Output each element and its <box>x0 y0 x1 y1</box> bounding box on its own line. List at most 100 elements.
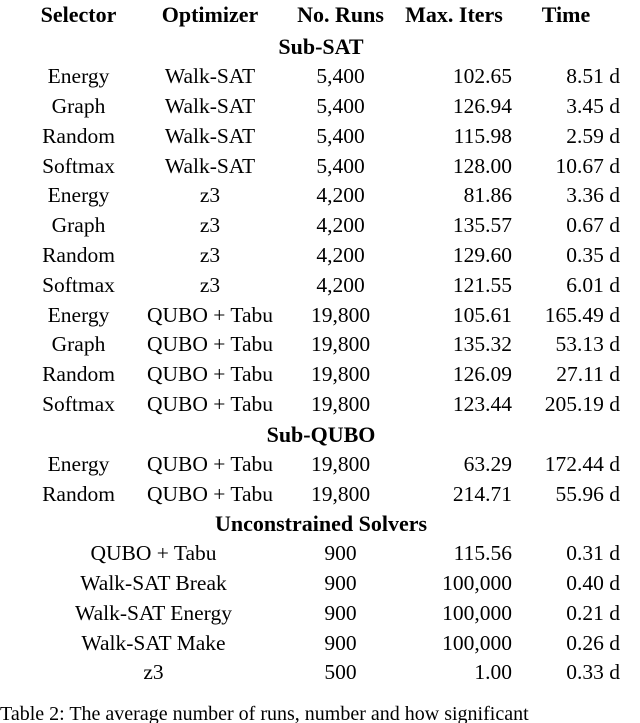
cell-selector: Random <box>42 242 115 267</box>
cell-no-runs: 5,400 <box>316 93 365 118</box>
cell-no-runs: 4,200 <box>316 242 365 267</box>
cell-selector: Graph <box>51 213 106 238</box>
cell-time: 0.67 d <box>566 213 620 238</box>
cell-optimizer: z3 <box>199 183 221 208</box>
cell-no-runs: 4,200 <box>316 183 365 208</box>
cell-max-iters: 126.09 <box>452 362 512 387</box>
cell-optimizer: Walk-SAT <box>164 64 256 89</box>
table-row: Random Walk-SAT 5,400 115.98 2.59 d <box>22 122 620 152</box>
cell-no-runs: 900 <box>324 600 357 625</box>
section-header-row: Sub-QUBO <box>22 420 620 450</box>
cell-time: 3.45 d <box>566 93 620 118</box>
cell-optimizer: QUBO + Tabu <box>146 332 274 357</box>
cell-max-iters: 100,000 <box>442 571 512 596</box>
cell-max-iters: 100,000 <box>442 600 512 625</box>
table-row: Energy QUBO + Tabu 19,800 105.61 165.49 … <box>22 300 620 330</box>
column-header-time: Time <box>541 2 591 27</box>
cell-optimizer: QUBO + Tabu <box>146 302 274 327</box>
cell-max-iters: 121.55 <box>452 272 512 297</box>
cell-time: 53.13 d <box>555 332 621 357</box>
cell-max-iters: 115.98 <box>453 123 512 148</box>
cell-no-runs: 900 <box>324 571 357 596</box>
cell-max-iters: 102.65 <box>452 64 512 89</box>
cell-no-runs: 19,800 <box>310 332 371 357</box>
cell-max-iters: 63.29 <box>463 451 512 476</box>
cell-max-iters: 100,000 <box>442 630 512 655</box>
cell-solver: z3 <box>143 660 164 685</box>
cell-optimizer: QUBO + Tabu <box>146 481 274 506</box>
table-row: Energy Walk-SAT 5,400 102.65 8.51 d <box>22 62 620 92</box>
cell-solver: QUBO + Tabu <box>90 541 217 566</box>
table-row: Random QUBO + Tabu 19,800 126.09 27.11 d <box>22 360 620 390</box>
cell-max-iters: 128.00 <box>452 153 512 178</box>
cell-time: 205.19 d <box>544 391 620 416</box>
cell-optimizer: Walk-SAT <box>164 123 256 148</box>
cell-optimizer: QUBO + Tabu <box>146 362 274 387</box>
cell-max-iters: 126.94 <box>452 93 512 118</box>
cell-optimizer: Walk-SAT <box>164 93 256 118</box>
cell-time: 0.33 d <box>566 660 620 685</box>
cell-selector: Graph <box>51 93 106 118</box>
cell-time: 6.01 d <box>566 272 620 297</box>
cell-time: 172.44 d <box>544 451 620 476</box>
cell-no-runs: 900 <box>324 630 357 655</box>
cell-max-iters: 123.44 <box>452 391 512 416</box>
cell-time: 0.21 d <box>566 600 620 625</box>
cell-time: 10.67 d <box>555 153 621 178</box>
column-header-selector: Selector <box>40 2 117 27</box>
table-container: Selector Optimizer No. Runs Max. Iters T… <box>22 0 620 688</box>
table-row: Graph z3 4,200 135.57 0.67 d <box>22 211 620 241</box>
cell-selector: Softmax <box>42 391 115 416</box>
cell-max-iters: 135.57 <box>452 213 512 238</box>
section-header-row: Unconstrained Solvers <box>22 509 620 539</box>
cell-selector: Random <box>42 123 115 148</box>
cell-max-iters: 129.60 <box>452 242 512 267</box>
cell-no-runs: 19,800 <box>310 362 371 387</box>
cell-no-runs: 19,800 <box>310 481 371 506</box>
cell-solver: Walk-SAT Energy <box>75 600 232 625</box>
table-row: Softmax QUBO + Tabu 19,800 123.44 205.19… <box>22 390 620 420</box>
section-title-unconstrained-solvers: Unconstrained Solvers <box>214 511 428 537</box>
table-header-row: Selector Optimizer No. Runs Max. Iters T… <box>22 0 620 32</box>
cell-selector: Softmax <box>42 272 115 297</box>
cell-optimizer: QUBO + Tabu <box>146 451 274 476</box>
table-caption: Table 2: The average number of runs, num… <box>0 703 529 723</box>
table-row: Random QUBO + Tabu 19,800 214.71 55.96 d <box>22 479 620 509</box>
cell-time: 3.36 d <box>566 183 620 208</box>
table-row: Walk-SAT Break 900 100,000 0.40 d <box>22 569 620 599</box>
cell-no-runs: 19,800 <box>310 451 371 476</box>
cell-max-iters: 105.61 <box>452 302 512 327</box>
column-header-max-iters: Max. Iters <box>405 2 503 27</box>
cell-selector: Energy <box>47 451 110 476</box>
table-row: Graph QUBO + Tabu 19,800 135.32 53.13 d <box>22 330 620 360</box>
cell-solver: Walk-SAT Break <box>80 571 227 596</box>
cell-no-runs: 500 <box>324 660 357 685</box>
cell-time: 0.35 d <box>566 242 620 267</box>
table-row: z3 500 1.00 0.33 d <box>22 658 620 688</box>
table-row: Energy z3 4,200 81.86 3.36 d <box>22 181 620 211</box>
cell-optimizer: z3 <box>199 213 221 238</box>
cell-selector: Energy <box>47 64 110 89</box>
cell-time: 55.96 d <box>555 481 621 506</box>
cell-time: 27.11 d <box>556 362 620 387</box>
section-title-sub-sat: Sub-SAT <box>278 34 364 59</box>
cell-no-runs: 5,400 <box>316 153 365 178</box>
table-row: Walk-SAT Energy 900 100,000 0.21 d <box>22 599 620 629</box>
results-table: Selector Optimizer No. Runs Max. Iters T… <box>22 0 620 688</box>
cell-solver: Walk-SAT Make <box>81 630 226 655</box>
table-row: Energy QUBO + Tabu 19,800 63.29 172.44 d <box>22 450 620 480</box>
cell-selector: Energy <box>47 183 110 208</box>
table-body: Sub-SAT Energy Walk-SAT 5,400 102.65 8.5… <box>22 32 620 688</box>
table-row: QUBO + Tabu 900 115.56 0.31 d <box>22 539 620 569</box>
table-row: Graph Walk-SAT 5,400 126.94 3.45 d <box>22 92 620 122</box>
section-header-row: Sub-SAT <box>22 32 620 62</box>
cell-time: 0.31 d <box>566 541 620 566</box>
cell-max-iters: 135.32 <box>452 332 512 357</box>
cell-time: 0.40 d <box>566 571 620 596</box>
cell-no-runs: 19,800 <box>310 302 371 327</box>
cell-optimizer: Walk-SAT <box>164 153 256 178</box>
cell-no-runs: 5,400 <box>316 123 365 148</box>
cell-no-runs: 4,200 <box>316 213 365 238</box>
cell-max-iters: 115.56 <box>453 541 512 566</box>
cell-no-runs: 5,400 <box>316 64 365 89</box>
